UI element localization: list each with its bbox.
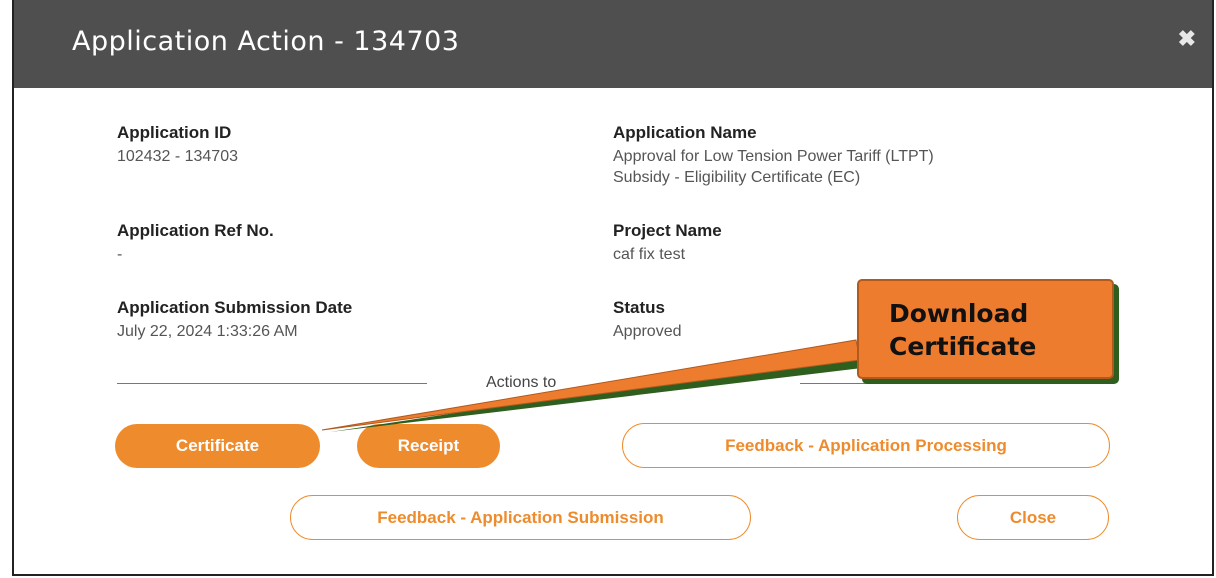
callout-line1: Download — [889, 299, 1029, 328]
download-certificate-callout: Download Certificate — [857, 279, 1114, 379]
application-id-label: Application ID — [117, 123, 232, 142]
project-name-value: caf fix test — [613, 246, 686, 263]
project-name-field: Project Name caf fix test — [613, 221, 722, 265]
actions-divider-right — [800, 383, 1110, 384]
close-button[interactable]: Close — [957, 495, 1109, 540]
dialog-header: Application Action - 134703 ✖ — [14, 0, 1212, 88]
feedback-submission-button[interactable]: Feedback - Application Submission — [290, 495, 751, 540]
application-name-label: Application Name — [613, 123, 757, 142]
submission-date-field: Application Submission Date July 22, 202… — [117, 298, 352, 342]
application-name-value-line2: Subsidy - Eligibility Certificate (EC) — [613, 169, 861, 186]
application-ref-field: Application Ref No. - — [117, 221, 274, 265]
receipt-button[interactable]: Receipt — [357, 424, 500, 468]
callout-line2: Certificate — [889, 332, 1037, 361]
application-id-field: Application ID 102432 - 134703 — [117, 123, 238, 167]
actions-divider-left — [117, 383, 427, 384]
certificate-button[interactable]: Certificate — [115, 424, 320, 468]
status-field: Status Approved — [613, 298, 682, 342]
application-id-value: 102432 - 134703 — [117, 148, 238, 165]
project-name-label: Project Name — [613, 221, 722, 240]
close-icon[interactable]: ✖ — [1178, 26, 1196, 52]
actions-heading-left: Actions to — [486, 374, 557, 391]
submission-date-label: Application Submission Date — [117, 298, 353, 317]
actions-heading-right: rmed — [662, 374, 699, 391]
actions-heading: Actions to rmed — [484, 374, 701, 392]
application-ref-label: Application Ref No. — [117, 221, 274, 240]
application-ref-value: - — [117, 246, 123, 263]
status-value: Approved — [613, 323, 682, 340]
application-name-field: Application Name Approval for Low Tensio… — [613, 123, 934, 188]
dialog-title: Application Action - 134703 — [72, 26, 460, 57]
submission-date-value: July 22, 2024 1:33:26 AM — [117, 323, 298, 340]
application-name-value-line1: Approval for Low Tension Power Tariff (L… — [613, 148, 934, 165]
status-label: Status — [613, 298, 665, 317]
feedback-processing-button[interactable]: Feedback - Application Processing — [622, 423, 1110, 468]
